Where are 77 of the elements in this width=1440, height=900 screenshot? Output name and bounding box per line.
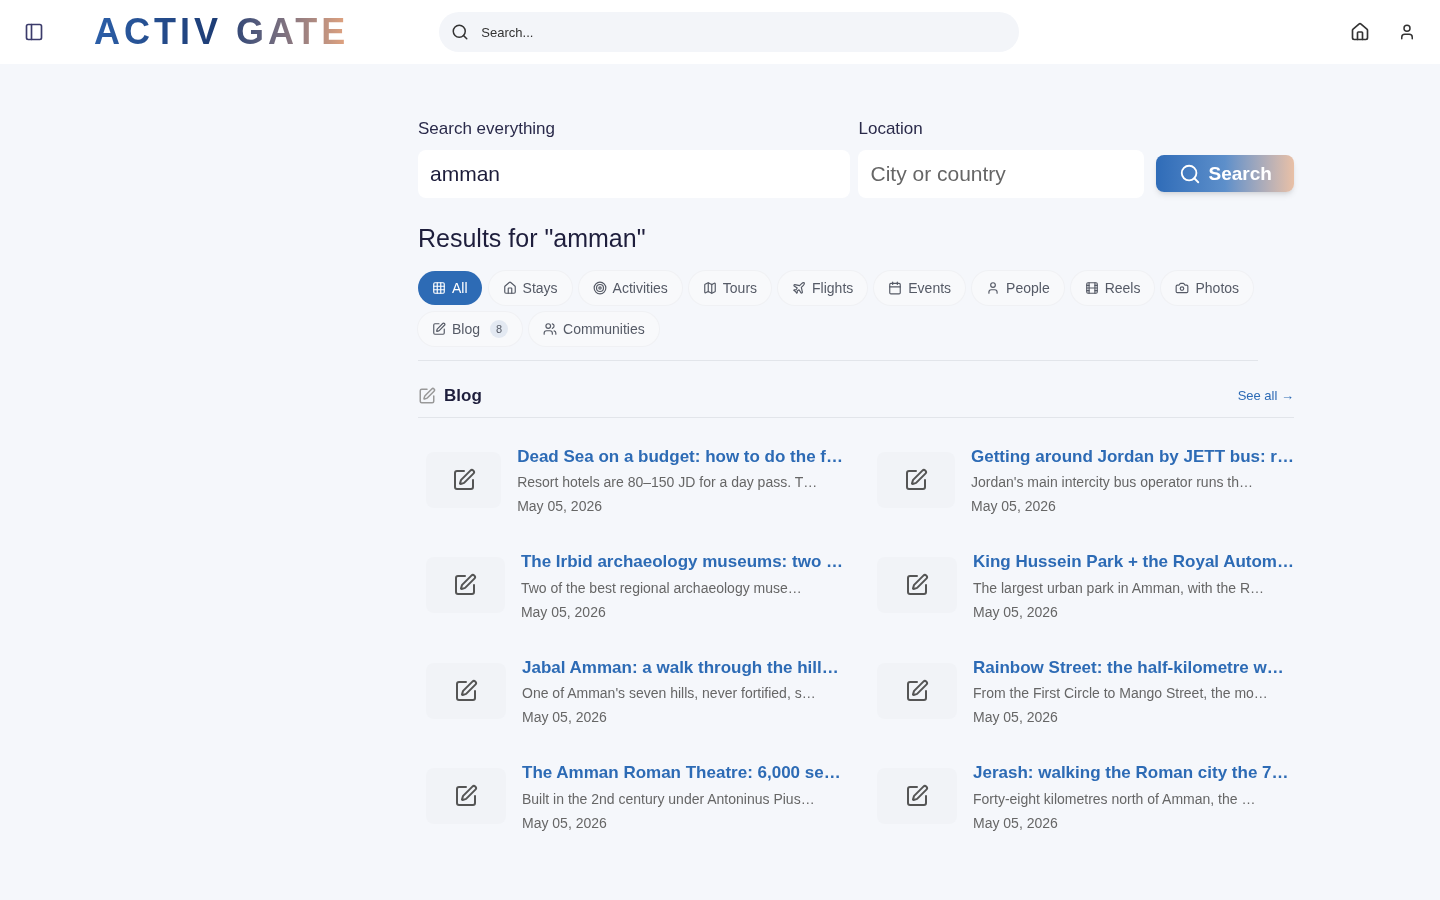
search-icon <box>1178 162 1201 185</box>
blog-post-item[interactable]: Jerash: walking the Roman city the 7… Forty-eight kilometres north of Amman, the … May 05, 2026 <box>869 760 1294 834</box>
post-excerpt: From the First Circle to Mango Street, the mo… <box>973 684 1269 703</box>
filter-tab[interactable]: Blog 8 <box>418 312 523 346</box>
blog-post-item[interactable]: Rainbow Street: the half-kilometre w… From the First Circle to Mango Street, the mo… May 05, 2026 <box>869 654 1294 728</box>
edit-icon <box>454 678 478 703</box>
film-icon <box>1084 281 1099 295</box>
sidebar-toggle-button[interactable] <box>24 22 44 42</box>
profile-button[interactable] <box>1398 23 1416 41</box>
post-date: May 05, 2026 <box>973 813 1059 833</box>
post-title: Jabal Amman: a walk through the hill… <box>522 656 839 679</box>
post-title: The Amman Roman Theatre: 6,000 se… <box>522 762 841 784</box>
post-date: May 05, 2026 <box>520 602 607 622</box>
blog-post-item[interactable]: Dead Sea on a budget: how to do the f… Resort hotels are 80–150 JD for a day pass. T… May 05, 2026 <box>418 443 843 517</box>
camera-icon <box>1175 281 1190 295</box>
blog-post-item[interactable]: The Irbid archaeology museums: two … Two of the best regional archaeology muse… May 05, 2026 <box>418 549 843 623</box>
post-date: May 05, 2026 <box>522 708 608 727</box>
post-title: King Hussein Park + the Royal Autom… <box>972 551 1294 573</box>
post-excerpt: Forty-eight kilometres north of Amman, the … <box>973 789 1257 809</box>
target-icon <box>592 281 607 295</box>
post-title: Dead Sea on a budget: how to do the f… <box>517 445 843 468</box>
filter-tab[interactable]: Tours <box>688 271 772 305</box>
blog-post-item[interactable]: The Amman Roman Theatre: 6,000 se… Built in the 2nd century under Antoninus Pius… May 05, 2026 <box>418 760 843 834</box>
house-icon <box>502 281 517 295</box>
post-date: May 05, 2026 <box>970 497 1057 516</box>
post-excerpt: Two of the best regional archaeology muse… <box>520 578 803 598</box>
people-icon <box>543 322 558 336</box>
filter-tab[interactable]: Flights <box>778 271 868 305</box>
filter-tab[interactable]: All <box>418 271 482 305</box>
edit-icon <box>905 784 929 808</box>
field-label: Search everything <box>418 118 557 140</box>
search-field[interactable]: Search... <box>439 12 1020 52</box>
blog-post-item[interactable]: Getting around Jordan by JETT bus: r… Jordan's main intercity bus operator runs th… May 05, 2026 <box>869 443 1294 517</box>
filter-tab[interactable]: Photos <box>1161 271 1254 305</box>
post-date: May 05, 2026 <box>522 813 608 833</box>
edit-icon <box>432 322 446 336</box>
section-title: Blog <box>444 385 482 407</box>
post-excerpt: Resort hotels are 80–150 JD for a day pass. T… <box>517 473 819 492</box>
blog-post-item[interactable]: Jabal Amman: a walk through the hill… One of Amman's seven hills, never fortified, s… May 05, 2026 <box>418 654 843 728</box>
calendar-icon <box>888 281 903 295</box>
post-excerpt: The largest urban park in Amman, with the R… <box>972 578 1265 598</box>
post-title: The Irbid archaeology museums: two … <box>520 551 843 573</box>
edit-icon <box>904 467 928 492</box>
post-date: May 05, 2026 <box>517 497 603 516</box>
post-excerpt: Built in the 2nd century under Antoninus Pius… <box>522 789 816 809</box>
edit-icon <box>418 386 436 405</box>
post-title: Getting around Jordan by JETT bus: r… <box>970 445 1294 468</box>
edit-icon <box>905 678 929 703</box>
location-input[interactable]: City or country <box>858 149 1145 198</box>
edit-icon <box>453 573 478 597</box>
see-all-link[interactable]: See all → <box>1237 386 1294 406</box>
edit-icon <box>451 467 476 492</box>
filter-tab[interactable]: Stays <box>488 271 572 305</box>
plane-icon <box>792 281 807 295</box>
blog-post-item[interactable]: King Hussein Park + the Royal Autom… The largest urban park in Amman, with the R… May 05, 2026 <box>869 549 1294 623</box>
post-excerpt: One of Amman's seven hills, never fortified, s… <box>522 684 817 703</box>
edit-icon <box>454 784 478 808</box>
filter-tab[interactable]: People <box>972 271 1064 305</box>
post-title: Rainbow Street: the half-kilometre w… <box>973 656 1284 679</box>
grid-icon <box>432 281 446 295</box>
filter-tab[interactable]: Events <box>874 271 966 305</box>
filter-tab[interactable]: Reels <box>1070 271 1155 305</box>
search-input[interactable]: amman <box>418 149 851 198</box>
results-title: Results for "amman" <box>418 222 647 254</box>
count-badge: 8 <box>490 320 509 338</box>
map-icon <box>702 281 717 295</box>
filter-tab[interactable]: Communities <box>529 312 659 346</box>
person-icon <box>986 281 1001 295</box>
post-date: May 05, 2026 <box>972 602 1059 622</box>
filter-tab[interactable]: Activities <box>578 271 682 305</box>
edit-icon <box>905 573 929 597</box>
post-title: Jerash: walking the Roman city the 7… <box>973 762 1289 784</box>
post-date: May 05, 2026 <box>973 708 1059 727</box>
search-icon <box>451 23 470 41</box>
post-excerpt: Jordan's main intercity bus operator runs th… <box>970 473 1254 492</box>
home-button[interactable] <box>1350 22 1370 42</box>
field-label: Location <box>858 118 924 140</box>
